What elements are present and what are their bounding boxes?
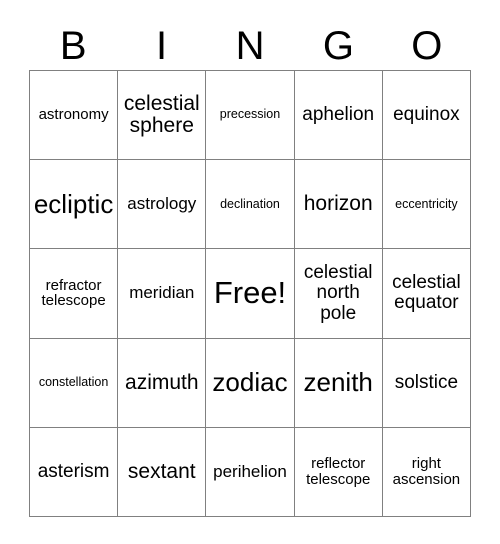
bingo-cell[interactable]: celestial equator: [382, 249, 471, 339]
bingo-cell[interactable]: sextant: [118, 427, 207, 517]
bingo-cell[interactable]: refractor telescope: [30, 249, 119, 339]
bingo-header: B I N G O: [29, 14, 471, 66]
bingo-cell[interactable]: horizon: [294, 160, 383, 250]
bingo-cell-label: eccentricity: [395, 196, 458, 211]
bingo-cell-label: zenith: [303, 366, 373, 397]
bingo-cell[interactable]: equinox: [382, 71, 471, 161]
bingo-cell[interactable]: zenith: [294, 338, 383, 428]
bingo-cell[interactable]: asterism: [30, 427, 119, 517]
bingo-cell-label: perihelion: [213, 461, 287, 481]
bingo-cell-label: reflector telescope: [306, 455, 371, 488]
bingo-cell[interactable]: astronomy: [30, 71, 119, 161]
bingo-cell-label: asterism: [37, 460, 110, 482]
bingo-cell-free[interactable]: Free!: [206, 249, 295, 339]
bingo-cell[interactable]: astrology: [118, 160, 207, 250]
bingo-cell-label: right ascension: [392, 455, 461, 488]
bingo-cell[interactable]: zodiac: [206, 338, 295, 428]
bingo-cell[interactable]: solstice: [382, 338, 471, 428]
bingo-card: B I N G O astronomy celestial sphere pre…: [0, 0, 500, 544]
bingo-cell[interactable]: celestial north pole: [294, 249, 383, 339]
bingo-cell-label: ecliptic: [33, 188, 114, 219]
header-letter-i: I: [156, 24, 168, 68]
bingo-cell-label: aphelion: [302, 104, 375, 126]
bingo-cell-label: celestial sphere: [123, 91, 200, 138]
bingo-cell-label: zodiac: [212, 366, 288, 397]
bingo-cell-label: sextant: [127, 459, 196, 483]
bingo-cell[interactable]: eccentricity: [382, 160, 471, 250]
bingo-grid: astronomy celestial sphere precession ap…: [29, 70, 471, 517]
bingo-cell-label: horizon: [303, 192, 373, 216]
bingo-cell-label: declination: [220, 196, 280, 211]
bingo-cell[interactable]: perihelion: [206, 427, 295, 517]
bingo-cell[interactable]: azimuth: [118, 338, 207, 428]
bingo-cell-label: Free!: [213, 275, 287, 311]
bingo-cell-label: astrology: [127, 194, 197, 214]
bingo-cell-label: celestial north pole: [303, 262, 373, 324]
header-letter-n: N: [235, 24, 265, 68]
header-letter-b: B: [59, 24, 87, 68]
bingo-cell-label: meridian: [129, 283, 195, 303]
bingo-cell-label: refractor telescope: [41, 276, 106, 310]
bingo-cell[interactable]: aphelion: [294, 71, 383, 161]
bingo-cell[interactable]: reflector telescope: [294, 427, 383, 517]
bingo-cell[interactable]: constellation: [30, 338, 119, 428]
bingo-cell[interactable]: meridian: [118, 249, 207, 339]
bingo-cell-label: azimuth: [125, 370, 199, 394]
header-letter-o: O: [411, 24, 443, 68]
bingo-cell-label: equinox: [393, 104, 460, 126]
bingo-cell[interactable]: declination: [206, 160, 295, 250]
bingo-cell[interactable]: precession: [206, 71, 295, 161]
bingo-cell[interactable]: celestial sphere: [118, 71, 207, 161]
bingo-cell[interactable]: right ascension: [382, 427, 471, 517]
bingo-cell-label: solstice: [394, 371, 459, 393]
bingo-cell-label: astronomy: [38, 106, 109, 124]
bingo-cell-label: precession: [219, 107, 281, 122]
header-letter-g: G: [322, 24, 354, 68]
bingo-cell[interactable]: ecliptic: [30, 160, 119, 250]
bingo-cell-label: constellation: [38, 375, 109, 390]
bingo-cell-label: celestial equator: [392, 272, 461, 314]
